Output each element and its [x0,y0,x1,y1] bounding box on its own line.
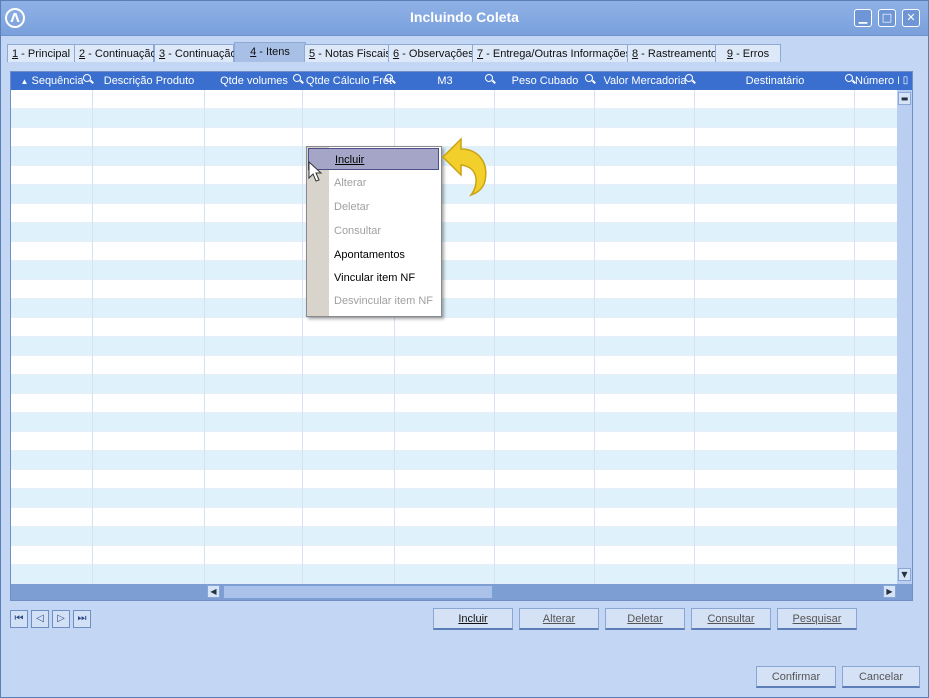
title-bar[interactable]: Λ Incluindo Coleta ▁ □ ✕ [1,1,928,36]
table-row[interactable] [11,318,899,337]
filter-icon[interactable] [585,74,593,82]
tab-observacoes[interactable]: 6 - Observações [388,44,474,62]
filter-icon[interactable] [83,74,91,82]
col-numero[interactable]: Número I [855,72,899,90]
table-row[interactable] [11,508,899,527]
col-divider [302,90,303,584]
table-row[interactable] [11,432,899,451]
col-descricao-produto[interactable]: Descrição Produto [93,72,205,90]
alterar-button[interactable]: Alterar [519,608,599,630]
mouse-cursor-icon [308,161,323,182]
menu-item-vincular-item-nf[interactable]: Vincular item NF [308,267,439,289]
col-divider [92,90,93,584]
table-row[interactable] [11,109,899,128]
tab-itens[interactable]: 4 - Itens [234,42,306,62]
table-row[interactable] [11,242,899,261]
next-icon[interactable]: ▷ [52,610,70,628]
table-row[interactable] [11,299,899,318]
table-row[interactable] [11,375,899,394]
maximize-icon[interactable]: □ [878,9,896,27]
menu-item-consultar[interactable]: Consultar [308,220,439,242]
tab-erros[interactable]: 9 - Erros [715,44,781,62]
table-row[interactable] [11,489,899,508]
horizontal-scrollbar[interactable]: ◀ ▶ [11,584,912,600]
col-divider [594,90,595,584]
cancelar-button[interactable]: Cancelar [842,666,920,688]
scroll-left-icon[interactable]: ◀ [207,585,220,598]
table-row[interactable] [11,280,899,299]
pointing-arrow-icon [441,137,487,197]
table-row[interactable] [11,413,899,432]
tab-continuacao-3[interactable]: 3 - Continuação [154,44,237,62]
close-icon[interactable]: ✕ [902,9,920,27]
table-row[interactable] [11,204,899,223]
window-title: Incluindo Coleta [410,9,519,25]
filter-icon[interactable] [845,74,853,82]
scroll-up-icon[interactable]: ▬ [898,92,911,105]
sort-asc-icon: ▲ [20,77,29,86]
filter-icon[interactable] [485,74,493,82]
table-row[interactable] [11,261,899,280]
menu-item-desvincular-item-nf[interactable]: Desvincular item NF [308,290,439,312]
table-row[interactable] [11,470,899,489]
grid-header: ▲ Sequência Descrição Produto Qtde volum… [11,72,899,90]
col-divider [694,90,695,584]
table-row[interactable] [11,546,899,565]
tab-entrega-outras[interactable]: 7 - Entrega/Outras Informações [472,44,631,62]
col-sequencia[interactable]: ▲ Sequência [11,72,93,90]
table-row[interactable] [11,394,899,413]
col-divider [494,90,495,584]
menu-item-deletar[interactable]: Deletar [308,196,439,218]
context-menu: Incluir Alterar Deletar Consultar Aponta… [306,146,442,317]
vertical-scrollbar[interactable]: ▬ ▼ [897,90,912,584]
menu-item-alterar[interactable]: Alterar [308,172,439,194]
table-row[interactable] [11,451,899,470]
menu-item-apontamentos[interactable]: Apontamentos [308,244,439,266]
scroll-right-icon[interactable]: ▶ [883,585,896,598]
consultar-button[interactable]: Consultar [691,608,771,630]
first-icon[interactable]: ⏮ [10,610,28,628]
col-m3[interactable]: M3 [395,72,495,90]
table-row[interactable] [11,527,899,546]
table-row[interactable] [11,565,899,584]
tab-rastreamento[interactable]: 8 - Rastreamento [627,44,717,62]
scroll-down-icon[interactable]: ▼ [898,568,911,581]
table-row[interactable] [11,337,899,356]
col-peso-cubado[interactable]: Peso Cubado [495,72,595,90]
incluir-button[interactable]: Incluir [433,608,513,630]
table-row[interactable] [11,356,899,375]
col-divider [204,90,205,584]
tab-notas-fiscais[interactable]: 5 - Notas Fiscais [304,44,391,62]
deletar-button[interactable]: Deletar [605,608,685,630]
prev-icon[interactable]: ◁ [31,610,49,628]
filter-icon[interactable] [293,74,301,82]
pesquisar-button[interactable]: Pesquisar [777,608,857,630]
minimize-icon[interactable]: ▁ [854,9,872,27]
col-divider [854,90,855,584]
last-icon[interactable]: ⏭ [73,610,91,628]
main-window: Λ Incluindo Coleta ▁ □ ✕ 1 - Principal 2… [0,0,929,698]
scroll-thumb[interactable] [223,585,493,599]
table-row[interactable] [11,223,899,242]
menu-item-incluir[interactable]: Incluir [308,148,439,170]
tab-principal[interactable]: 1 - Principal [7,44,75,62]
filter-icon[interactable] [685,74,693,82]
column-chooser-icon[interactable]: ▯ [899,72,912,90]
tab-continuacao-2[interactable]: 2 - Continuação [74,44,157,62]
filter-icon[interactable] [385,74,393,82]
confirmar-button[interactable]: Confirmar [756,666,836,688]
table-row[interactable] [11,90,899,109]
col-qtde-calculo-frete[interactable]: Qtde Cálculo Fret [303,72,395,90]
col-destinatario[interactable]: Destinatário [695,72,855,90]
col-qtde-volumes[interactable]: Qtde volumes [205,72,303,90]
col-valor-mercadoria[interactable]: Valor Mercadoria [595,72,695,90]
